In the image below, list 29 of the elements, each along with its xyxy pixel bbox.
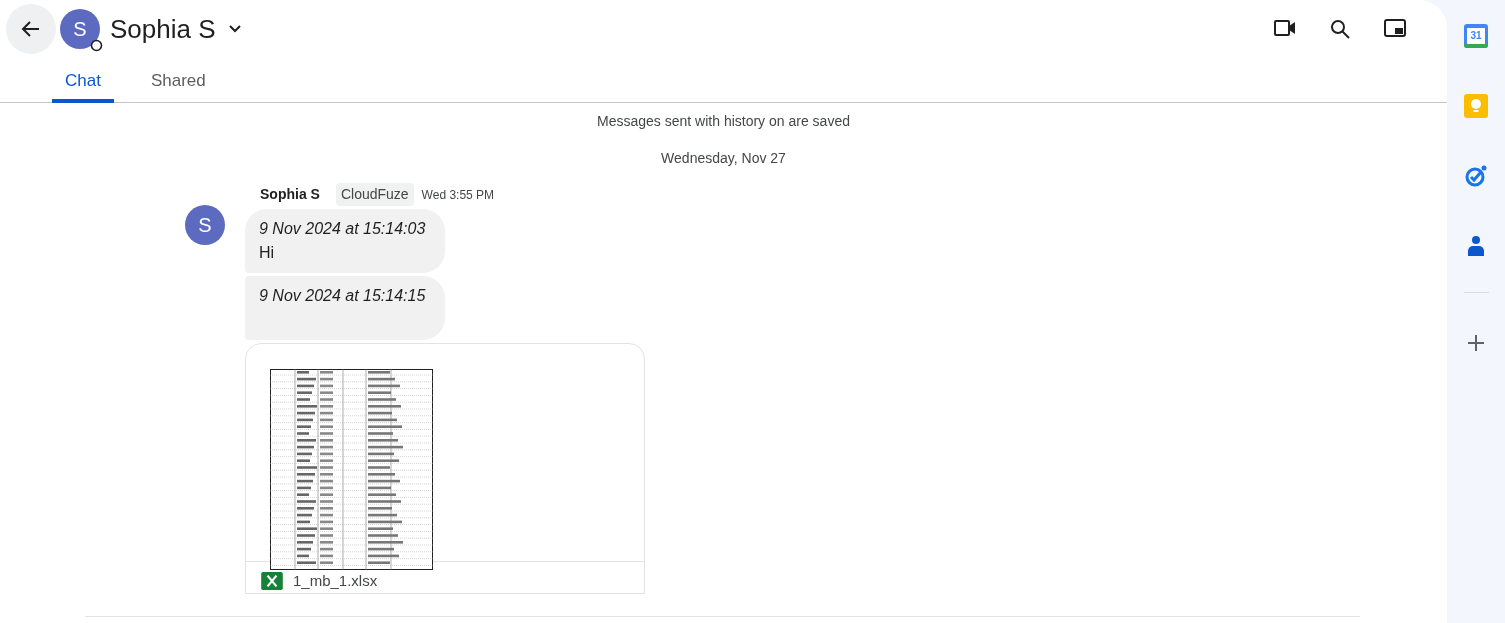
message-timestamp: 9 Nov 2024 at 15:14:03 bbox=[259, 219, 427, 239]
calendar-button[interactable]: 31 bbox=[1456, 16, 1496, 56]
organization-tag: CloudFuze bbox=[335, 183, 414, 206]
tab[interactable]: Chat bbox=[52, 58, 114, 103]
message-timestamp: 9 Nov 2024 at 15:14:15 bbox=[259, 286, 427, 306]
tab[interactable]: Shared bbox=[137, 58, 219, 103]
back-button[interactable] bbox=[6, 4, 56, 54]
history-notice: Messages sent with history on are saved bbox=[596, 112, 851, 131]
file-name: 1_mb_1.xlsx bbox=[293, 571, 378, 591]
person-icon bbox=[1466, 235, 1486, 257]
search-icon bbox=[1329, 18, 1351, 40]
sender-avatar: S bbox=[185, 205, 225, 245]
date-divider: Wednesday, Nov 27 bbox=[660, 149, 787, 168]
message-text: Hi bbox=[259, 243, 276, 263]
sender-name: Sophia S bbox=[260, 185, 320, 204]
avatar: S bbox=[60, 9, 100, 49]
message-time: Wed 3:55 PM bbox=[421, 186, 495, 204]
picture-in-picture-icon bbox=[1383, 18, 1407, 38]
status-icon bbox=[90, 39, 103, 52]
check-circle-icon bbox=[1464, 164, 1488, 188]
attachment-card[interactable]: 1_mb_1.xlsx bbox=[245, 343, 645, 594]
chevron-down-icon bbox=[227, 24, 242, 34]
back-arrow-icon bbox=[21, 19, 41, 39]
video-camera-icon bbox=[1273, 18, 1297, 38]
lightbulb-icon bbox=[1464, 94, 1488, 118]
calendar-icon: 31 bbox=[1464, 24, 1488, 48]
contact-name: Sophia S bbox=[110, 12, 216, 46]
plus-icon bbox=[1467, 334, 1485, 352]
spreadsheet-icon bbox=[261, 572, 283, 591]
